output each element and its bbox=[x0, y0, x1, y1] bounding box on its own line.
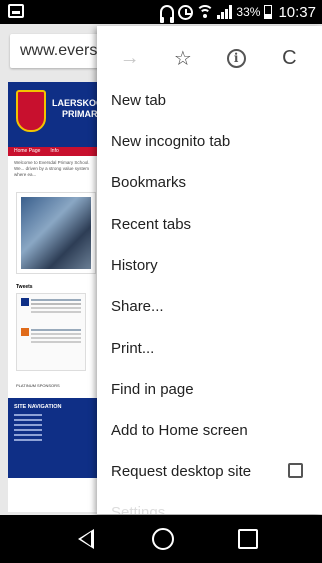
slider-photo bbox=[21, 197, 91, 269]
menu-item-history[interactable]: History bbox=[97, 245, 322, 286]
menu-item-request-desktop-site[interactable]: Request desktop site bbox=[97, 451, 322, 492]
school-name-line1: LAERSKOO bbox=[52, 98, 104, 108]
tweet-avatar bbox=[21, 298, 29, 306]
info-icon: i bbox=[226, 48, 246, 68]
nav-link-info[interactable]: Info bbox=[50, 148, 58, 155]
school-header: LAERSKOO PRIMARY bbox=[8, 82, 104, 147]
forward-arrow-icon: → bbox=[119, 46, 140, 69]
browser-overflow-menu: → ☆ i C New tab New incognito tab Bookma… bbox=[97, 26, 322, 514]
menu-item-settings[interactable]: Settings bbox=[97, 492, 322, 514]
menu-item-label: Request desktop site bbox=[111, 463, 252, 480]
welcome-text: Welcome to Eversdal Primary School. We..… bbox=[14, 160, 90, 177]
back-icon[interactable] bbox=[78, 529, 94, 549]
tweets-widget[interactable] bbox=[16, 293, 86, 371]
tweet-text-lines bbox=[31, 299, 81, 301]
image-slider[interactable] bbox=[16, 192, 96, 274]
headset-icon bbox=[160, 5, 175, 23]
menu-item-recent-tabs[interactable]: Recent tabs bbox=[97, 204, 322, 245]
menu-item-new-tab[interactable]: New tab bbox=[97, 80, 322, 121]
site-navigation-label: SITE NAVIGATION bbox=[14, 404, 62, 410]
menu-item-add-to-home-screen[interactable]: Add to Home screen bbox=[97, 410, 322, 451]
android-navigation-bar bbox=[0, 516, 322, 563]
forward-button[interactable]: → bbox=[112, 40, 148, 76]
alarm-icon bbox=[178, 4, 194, 20]
request-desktop-site-checkbox[interactable] bbox=[288, 463, 303, 478]
bookmark-button[interactable]: ☆ bbox=[165, 40, 201, 76]
menu-item-bookmarks[interactable]: Bookmarks bbox=[97, 162, 322, 203]
signal-icon bbox=[217, 5, 233, 19]
battery-percent: 33% bbox=[236, 5, 261, 19]
sponsors-label: PLATINUM SPONSORS bbox=[16, 383, 60, 388]
school-name: LAERSKOO PRIMARY bbox=[52, 98, 103, 120]
reload-icon: C bbox=[282, 46, 297, 69]
reload-button[interactable]: C bbox=[271, 40, 307, 76]
tweet-avatar bbox=[21, 328, 29, 336]
home-icon[interactable] bbox=[152, 528, 174, 550]
menu-item-find-in-page[interactable]: Find in page bbox=[97, 369, 322, 410]
recent-apps-icon[interactable] bbox=[238, 529, 258, 549]
status-icons: 33% 10:37 bbox=[160, 0, 316, 24]
clock: 10:37 bbox=[278, 3, 316, 21]
tweets-title: Tweets bbox=[16, 284, 33, 290]
site-navigation-footer: SITE NAVIGATION bbox=[8, 398, 104, 478]
battery-icon bbox=[264, 5, 273, 19]
status-bar: 33% 10:37 bbox=[0, 0, 322, 24]
star-icon: ☆ bbox=[173, 47, 192, 70]
page-info-button[interactable]: i bbox=[218, 40, 254, 76]
webpage: LAERSKOO PRIMARY Home Page Info Welcome … bbox=[8, 82, 104, 512]
site-nav-strip: Home Page Info bbox=[8, 147, 104, 156]
menu-item-print[interactable]: Print... bbox=[97, 328, 322, 369]
gallery-notification-icon bbox=[8, 4, 24, 18]
nav-link-home[interactable]: Home Page bbox=[14, 148, 40, 155]
wifi-icon bbox=[197, 5, 214, 19]
menu-item-share[interactable]: Share... bbox=[97, 286, 322, 327]
menu-item-new-incognito-tab[interactable]: New incognito tab bbox=[97, 121, 322, 162]
school-crest-logo bbox=[16, 90, 46, 132]
